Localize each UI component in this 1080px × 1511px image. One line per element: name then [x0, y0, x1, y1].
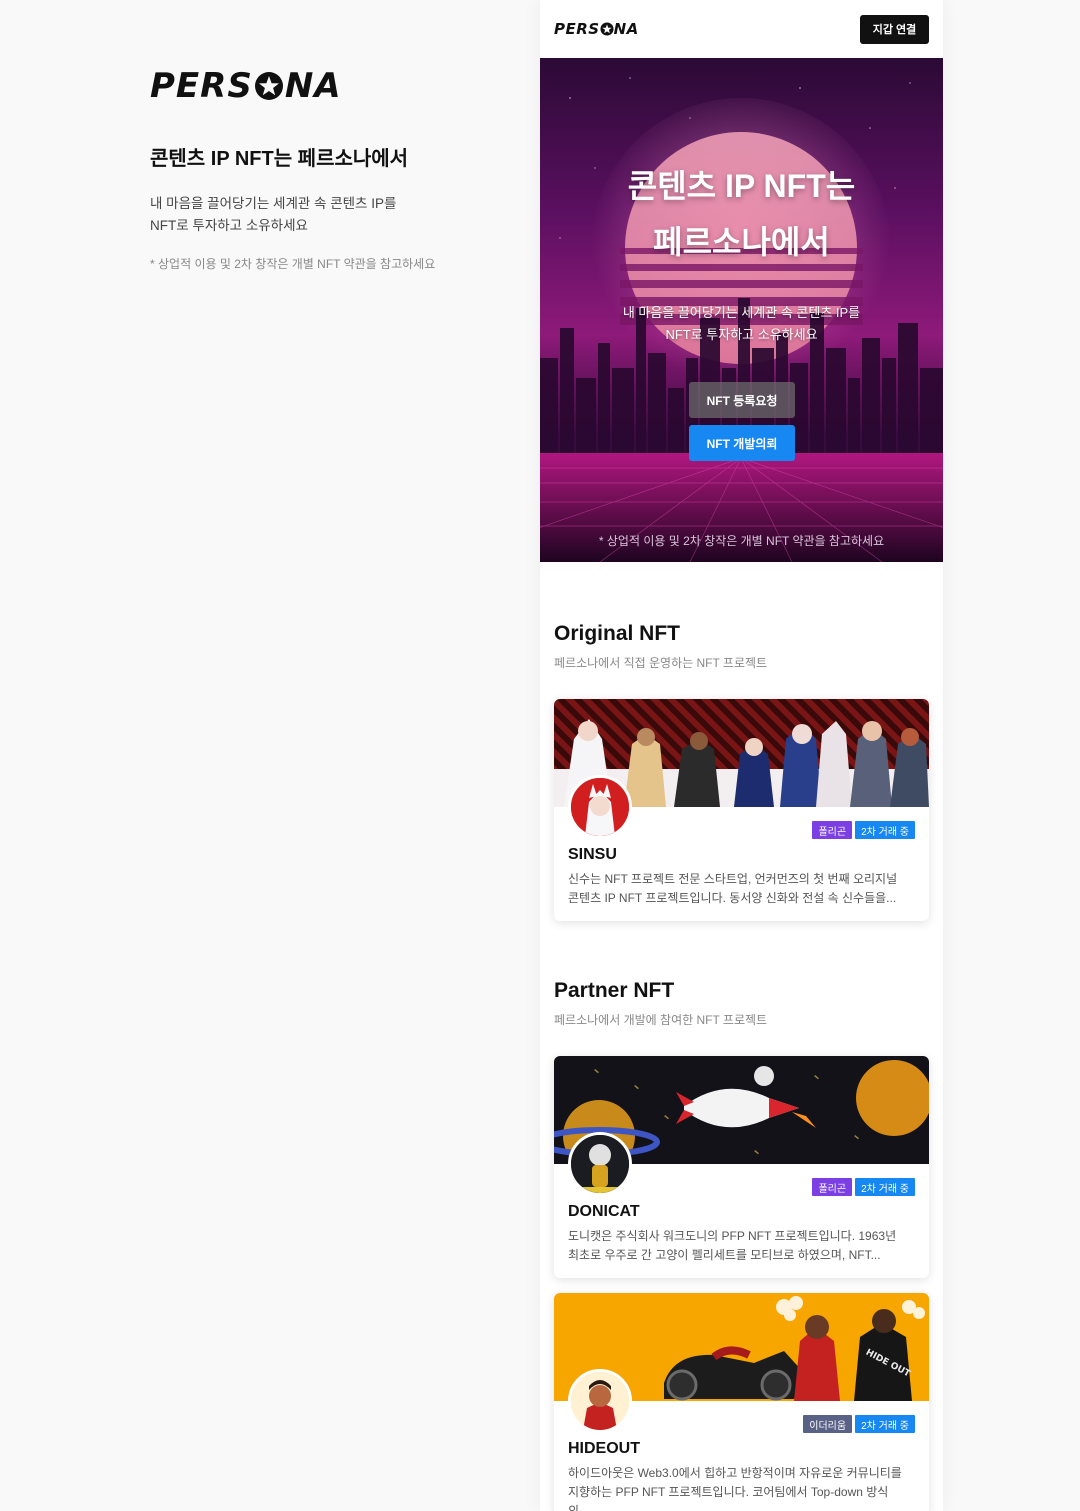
card-badges: 폴리곤 2차 거래 중	[812, 1178, 915, 1196]
card-title: SINSU	[568, 846, 617, 863]
avatar	[568, 1369, 632, 1433]
card-desc-line: 지향하는 PFP NFT 프로젝트입니다. 코어팀에서 Top-down 방식의…	[568, 1485, 889, 1511]
chain-badge: 폴리곤	[812, 1178, 853, 1196]
section-subtitle: 페르소나에서 개발에 참여한 NFT 프로젝트	[554, 1013, 768, 1027]
nft-card-donicat[interactable]: 폴리곤 2차 거래 중 DONICAT 도니캣은 주식회사 워크도니의 PFP …	[554, 1056, 929, 1278]
intro-desc-line: NFT로 투자하고 소유하세요	[150, 218, 308, 233]
chain-badge: 이더리움	[803, 1415, 853, 1433]
nft-development-request-button[interactable]: NFT 개발의뢰	[689, 425, 795, 461]
partner-nft-section: Partner NFT 페르소나에서 개발에 참여한 NFT 프로젝트 폴리곤 …	[540, 979, 943, 1511]
hero-subtitle-line: NFT로 투자하고 소유하세요	[665, 327, 818, 342]
donicat-avatar-image	[571, 1135, 629, 1193]
hero-subtitle: 내 마음을 끌어당기는 세계관 속 콘텐츠 IP를 NFT로 투자하고 소유하세…	[540, 302, 943, 346]
avatar	[568, 1132, 632, 1196]
card-desc-line: 도니캣은 주식회사 워크도니의 PFP NFT 프로젝트입니다. 1963년	[568, 1229, 897, 1243]
mobile-app-frame: PERS NA 지갑 연결 콘텐츠 IP NFT는 페르소나에서 내 마음을 끌…	[540, 0, 943, 1511]
hero-title: 콘텐츠 IP NFT는 페르소나에서	[540, 158, 943, 270]
persona-logo: PERS NA	[150, 66, 342, 106]
card-description: 도니캣은 주식회사 워크도니의 PFP NFT 프로젝트입니다. 1963년 최…	[568, 1227, 908, 1265]
hero-title-line: 페르소나에서	[653, 224, 830, 260]
intro-title: 콘텐츠 IP NFT는 페르소나에서	[150, 148, 409, 170]
intro-description: 내 마음을 끌어당기는 세계관 속 콘텐츠 IP를 NFT로 투자하고 소유하세…	[150, 193, 470, 237]
intro-note: * 상업적 이용 및 2차 창작은 개별 NFT 약관을 참고하세요	[150, 257, 436, 271]
trade-status-badge: 2차 거래 중	[855, 1415, 915, 1433]
intro-panel: PERS NA 콘텐츠 IP NFT는 페르소나에서 내 마음을 끌어당기는 세…	[150, 66, 470, 272]
nft-card-sinsu[interactable]: 폴리곤 2차 거래 중 SINSU 신수는 NFT 프로젝트 전문 스타트업, …	[554, 699, 929, 921]
section-title: Original NFT	[554, 622, 680, 645]
card-title: DONICAT	[568, 1203, 640, 1220]
hero-title-line: 콘텐츠 IP NFT는	[627, 168, 856, 204]
card-description: 하이드아웃은 Web3.0에서 힙하고 반항적이며 자유로운 커뮤니티를 지향하…	[568, 1464, 908, 1511]
nft-register-request-button[interactable]: NFT 등록요청	[689, 382, 795, 418]
card-badges: 폴리곤 2차 거래 중	[812, 821, 915, 839]
avatar	[568, 775, 632, 839]
header-logo[interactable]: PERS NA	[554, 20, 639, 38]
card-badges: 이더리움 2차 거래 중	[803, 1415, 915, 1433]
card-desc-line: 최초로 우주로 간 고양이 펠리세트를 모티브로 하였으며, NFT...	[568, 1248, 881, 1262]
hideout-avatar-image	[571, 1372, 629, 1430]
top-bar: PERS NA 지갑 연결	[540, 0, 943, 58]
star-logo-icon	[254, 72, 283, 100]
card-description: 신수는 NFT 프로젝트 전문 스타트업, 언커먼즈의 첫 번째 오리지널 콘텐…	[568, 870, 908, 908]
trade-status-badge: 2차 거래 중	[855, 1178, 915, 1196]
chain-badge: 폴리곤	[812, 821, 853, 839]
intro-desc-line: 내 마음을 끌어당기는 세계관 속 콘텐츠 IP를	[150, 196, 397, 211]
wallet-connect-button[interactable]: 지갑 연결	[860, 14, 929, 44]
section-title: Partner NFT	[554, 979, 675, 1002]
hero-note: * 상업적 이용 및 2차 창작은 개별 NFT 약관을 참고하세요	[598, 534, 885, 548]
original-nft-section: Original NFT 페르소나에서 직접 운영하는 NFT 프로젝트 폴리곤…	[540, 622, 943, 921]
card-desc-line: 콘텐츠 IP NFT 프로젝트입니다. 동서양 신화와 전설 속 신수들을...	[568, 891, 897, 905]
trade-status-badge: 2차 거래 중	[855, 821, 915, 839]
sinsu-avatar-image	[571, 778, 629, 836]
section-subtitle: 페르소나에서 직접 운영하는 NFT 프로젝트	[554, 656, 768, 670]
card-desc-line: 신수는 NFT 프로젝트 전문 스타트업, 언커먼즈의 첫 번째 오리지널	[568, 872, 898, 886]
card-desc-line: 하이드아웃은 Web3.0에서 힙하고 반항적이며 자유로운 커뮤니티를	[568, 1466, 902, 1480]
hero-subtitle-line: 내 마음을 끌어당기는 세계관 속 콘텐츠 IP를	[622, 305, 861, 320]
star-logo-icon	[600, 22, 614, 36]
nft-card-hideout[interactable]: HIDE OUT 이더리움 2차 거래 중 HIDEOUT 하이드아웃은 Web…	[554, 1293, 929, 1511]
hero-content: 콘텐츠 IP NFT는 페르소나에서 내 마음을 끌어당기는 세계관 속 콘텐츠…	[540, 58, 943, 562]
hero-banner: 콘텐츠 IP NFT는 페르소나에서 내 마음을 끌어당기는 세계관 속 콘텐츠…	[540, 58, 943, 562]
card-title: HIDEOUT	[568, 1440, 640, 1457]
